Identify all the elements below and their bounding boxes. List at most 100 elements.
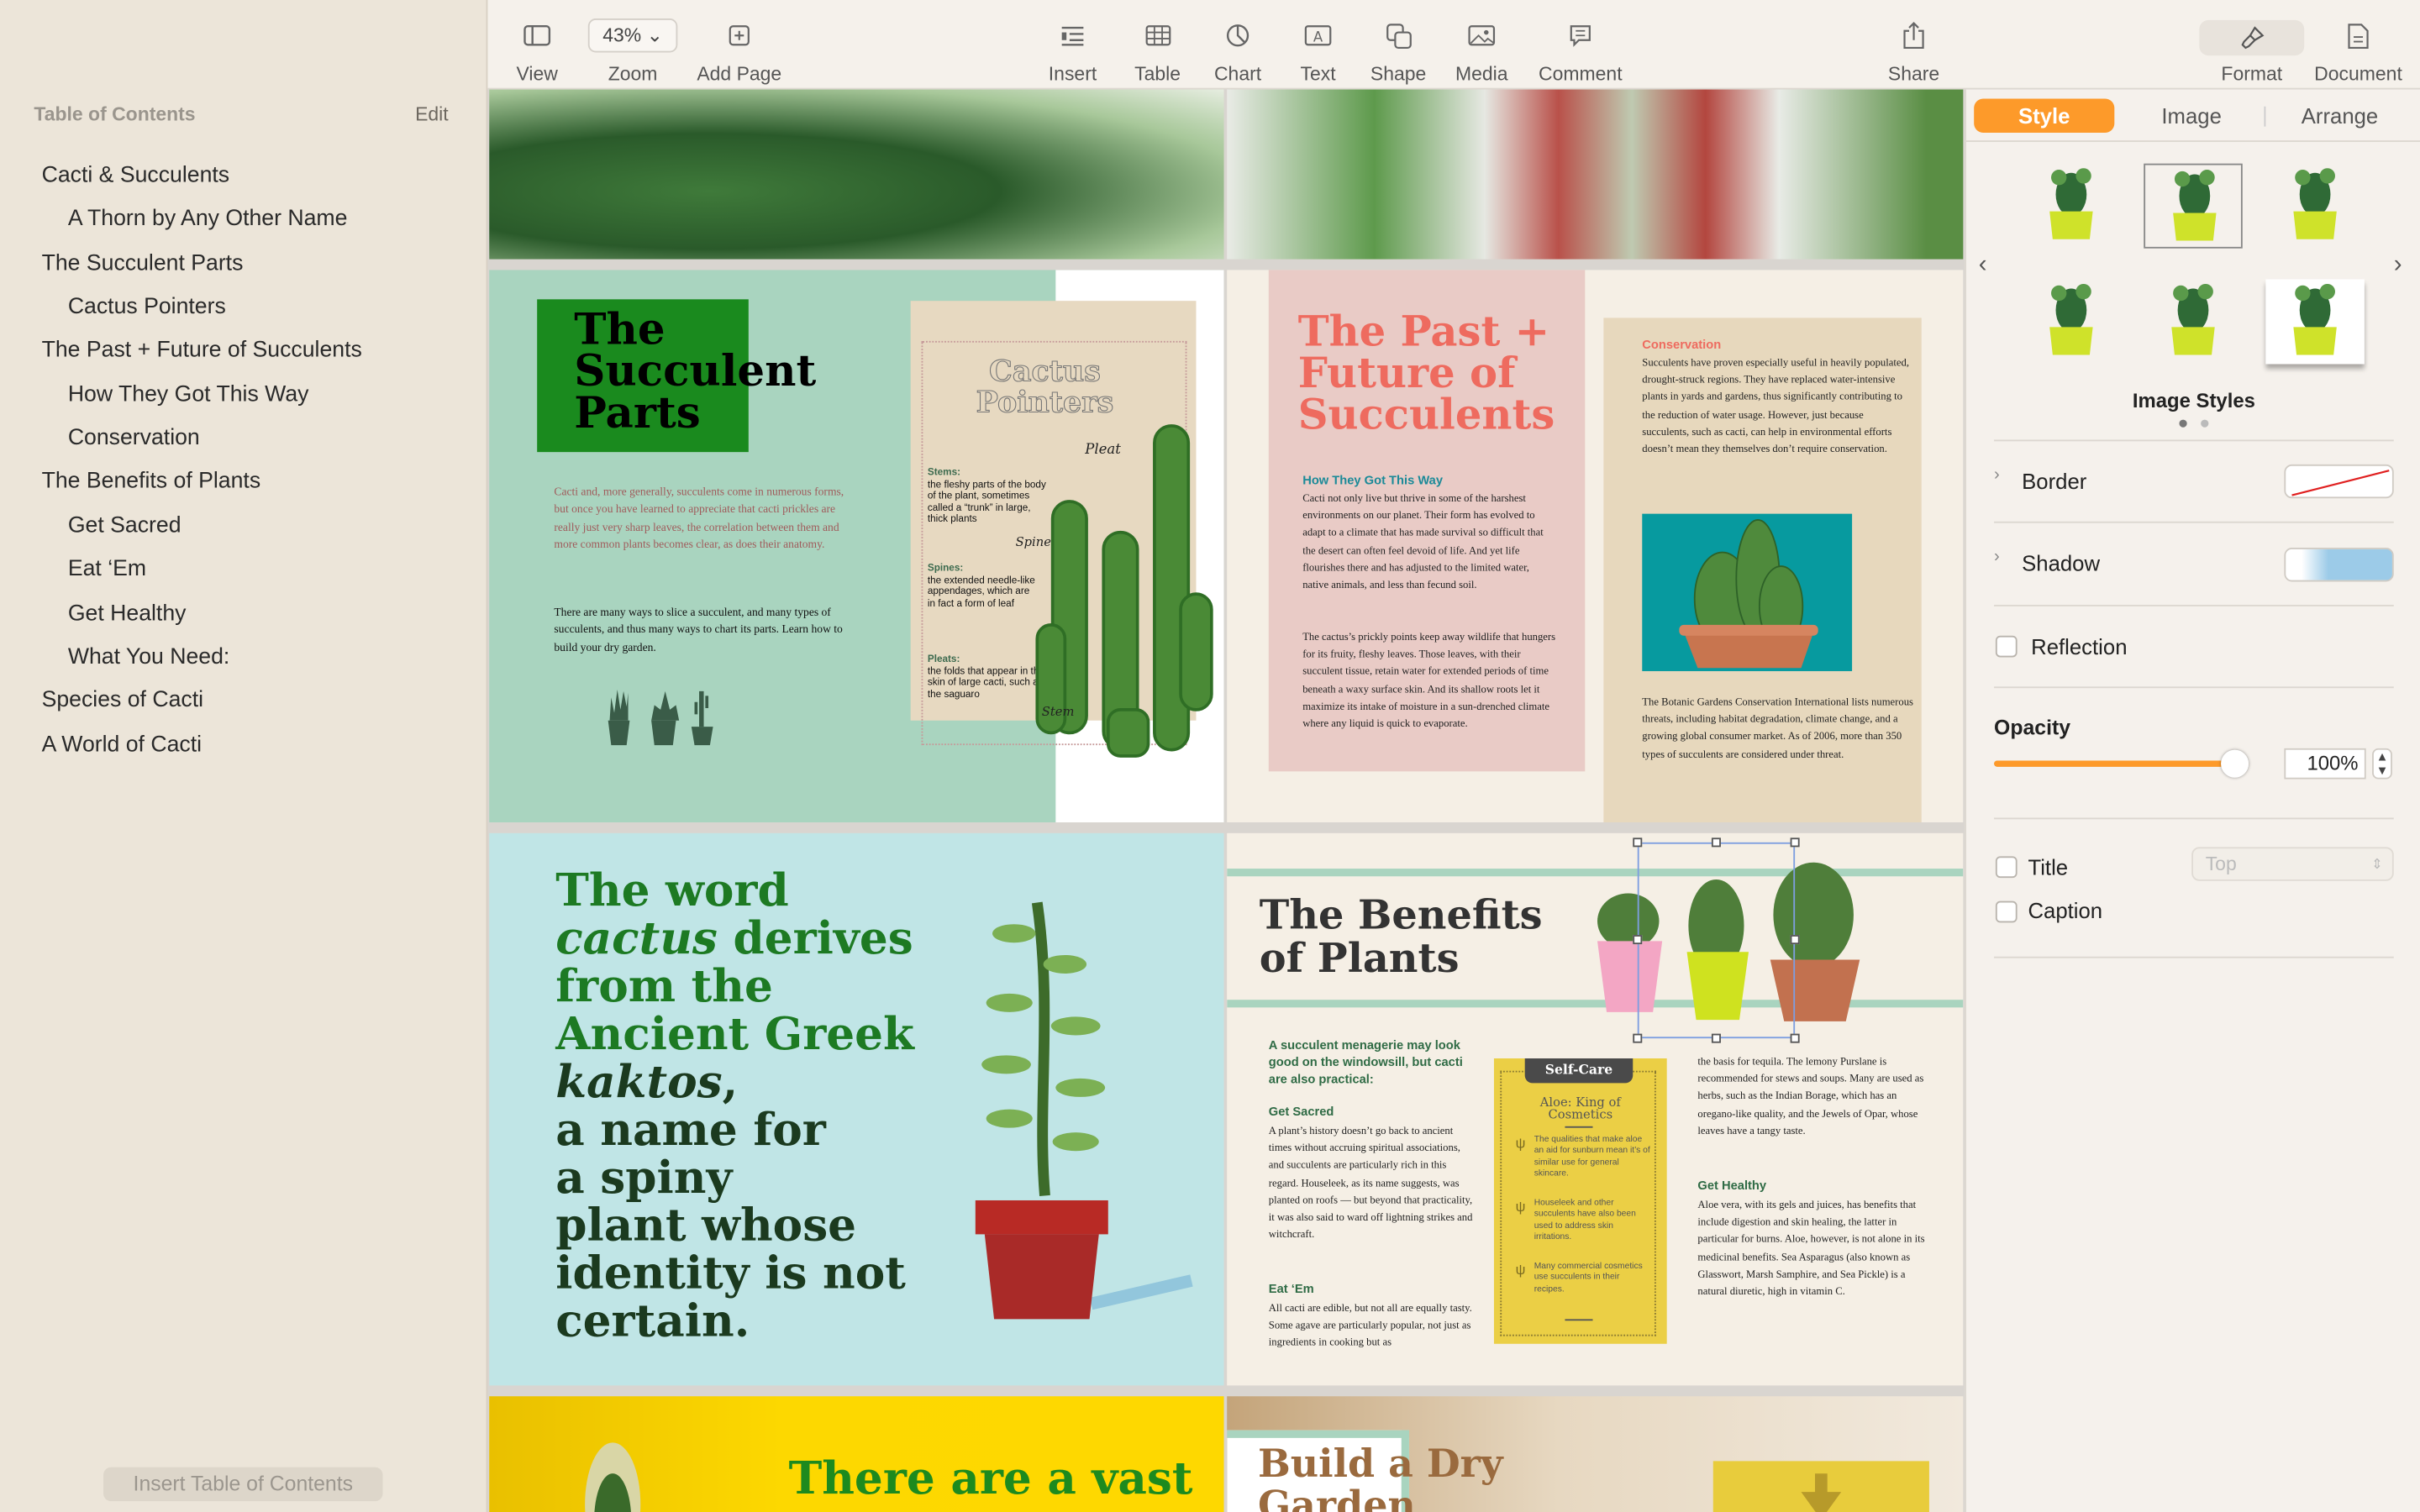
cactus-thumbnail-icon [2293,283,2337,355]
lead-text: A succulent menagerie may look good on t… [1268,1038,1463,1087]
page-title: The Past + Future of Succulents [1297,308,1555,440]
divider [1994,521,2394,523]
opacity-field[interactable]: 100% [2284,748,2366,780]
cactus-photo[interactable] [1642,513,1853,671]
table-button[interactable]: Table [1127,15,1188,85]
zoom-control[interactable]: 43% ⌄ Zoom [587,15,679,85]
page-succulent-parts[interactable]: The Succulent Parts Cacti and, more gene… [489,270,1224,822]
cactus-icon: ψ [1515,1199,1526,1215]
image-style-thumbnail[interactable] [2022,164,2121,249]
paragraph-1: Cacti not only live but thrive in some o… [1302,493,1544,591]
image-style-thumbnail[interactable] [2265,279,2365,365]
document-canvas[interactable]: The Succulent Parts Cacti and, more gene… [487,89,1965,1512]
opacity-slider[interactable] [1994,760,2249,767]
page-photo-cactus-closeup[interactable] [489,89,1224,260]
resize-handle[interactable] [1790,1033,1800,1043]
page-vast[interactable]: There are a vast [489,1396,1224,1512]
insert-button[interactable]: Insert [1040,15,1105,85]
toc-item[interactable]: The Past + Future of Succulents [42,339,362,363]
toc-item[interactable]: Eat ‘Em [68,557,146,581]
toc-item[interactable]: Cacti & Succulents [42,164,230,188]
disclosure-icon[interactable]: › [1994,466,2000,485]
resize-handle[interactable] [1790,837,1800,848]
opacity-stepper[interactable]: ▲ ▼ [2372,748,2392,780]
toc-item[interactable]: A World of Cacti [42,732,202,757]
toc-item[interactable]: Cactus Pointers [68,295,226,319]
page-quote[interactable]: The word cactus derives from the Ancient… [489,832,1224,1386]
resize-handle[interactable] [1711,1033,1721,1043]
image-style-thumbnail[interactable] [2144,163,2243,249]
toc-item[interactable]: The Succulent Parts [42,251,244,276]
page-dry-garden[interactable]: Build a Dry Garden [1227,1396,1964,1512]
disclosure-icon[interactable]: › [1994,548,2000,566]
quote-line: identity is not [555,1247,906,1299]
toc-item[interactable]: Get Healthy [68,601,187,625]
selection-box[interactable] [1637,842,1796,1039]
toc-item[interactable]: What You Need: [68,644,230,669]
reflection-label: Reflection [2031,633,2128,659]
toc-item[interactable]: Get Sacred [68,513,182,538]
paragraph-sacred: A plant’s history doesn’t go back to anc… [1268,1126,1473,1242]
chart-button[interactable]: Chart [1207,15,1268,85]
format-button[interactable]: Format [2199,19,2305,85]
box-item: ψ The qualities that make aloe an aid for… [1516,1136,1652,1181]
updown-chevron-icon: ⇕ [2371,856,2383,872]
opacity-slider-handle[interactable] [2221,749,2249,778]
toc-item[interactable]: Conservation [68,426,200,450]
arrow-down-icon [1801,1473,1842,1512]
page-benefits[interactable]: The Benefits of Plants A succulent menag… [1227,832,1964,1386]
image-style-thumbnail[interactable] [2022,279,2121,364]
shadow-style-picker[interactable] [2284,548,2394,582]
resize-handle[interactable] [1633,1033,1643,1043]
box-item: ψ Many commercial cosmetics use succulent… [1516,1262,1652,1296]
cactus-thumbnail-icon [2049,168,2093,239]
shape-button[interactable]: Shape [1367,15,1428,85]
reflection-checkbox[interactable] [1995,635,2018,658]
quote-line: Ancient Greek [555,1007,914,1060]
border-style-picker[interactable] [2284,464,2394,499]
insert-list-icon [1040,15,1105,55]
resize-handle[interactable] [1790,935,1800,945]
image-style-thumbnail[interactable] [2144,279,2243,364]
caption-checkbox[interactable] [1995,900,2018,923]
add-page-button[interactable]: Add Page [693,15,786,85]
quote-line: plant whose [555,1199,857,1252]
resize-handle[interactable] [1633,837,1643,848]
toc-item[interactable]: Species of Cacti [42,689,203,713]
text-button[interactable]: A Text [1287,15,1349,85]
insert-toc-button[interactable]: Insert Table of Contents [103,1467,383,1502]
zoom-select[interactable]: 43% ⌄ [587,18,678,53]
chevron-right-icon[interactable]: › [2394,251,2402,279]
media-button[interactable]: Media [1451,15,1512,85]
toc-edit-button[interactable]: Edit [415,103,449,125]
page-past-future[interactable]: The Past + Future of Succulents How They… [1227,270,1964,822]
image-style-thumbnail[interactable] [2265,164,2365,249]
page-title: The Succulent Parts [574,303,817,438]
toolbar: View 43% ⌄ Zoom Add Page Insert Table Ch… [487,0,2420,90]
share-button[interactable]: Share [1883,15,1944,85]
zoom-value: 43% [602,24,642,47]
toc-item[interactable]: How They Got This Way [68,382,309,407]
resize-handle[interactable] [1633,935,1643,945]
comment-button[interactable]: Comment [1531,15,1630,85]
chevron-left-icon[interactable]: ‹ [1979,251,1987,279]
shape-icon [1367,15,1428,55]
label-spine: Spine [1015,535,1051,549]
title-position-select[interactable]: Top ⇕ [2191,847,2394,881]
page-dot-active[interactable] [2179,419,2187,428]
view-button[interactable]: View [509,15,565,85]
quote-span: , [722,1055,739,1108]
toc-item[interactable]: The Benefits of Plants [42,470,261,494]
page-photo-potted-cactus[interactable] [1227,89,1964,260]
sidebar-icon [509,15,565,55]
tab-style[interactable]: Style [1974,98,2115,133]
toc-item[interactable]: A Thorn by Any Other Name [68,207,348,232]
title-checkbox[interactable] [1995,856,2018,879]
quote-line: kaktos, [555,1058,957,1106]
tab-arrange[interactable]: Arrange [2270,99,2409,133]
tab-image[interactable]: Image [2123,99,2261,133]
resize-handle[interactable] [1711,837,1721,848]
page-dot[interactable] [2201,419,2209,428]
quote-line: from the [555,959,773,1012]
document-button[interactable]: Document [2309,15,2408,85]
